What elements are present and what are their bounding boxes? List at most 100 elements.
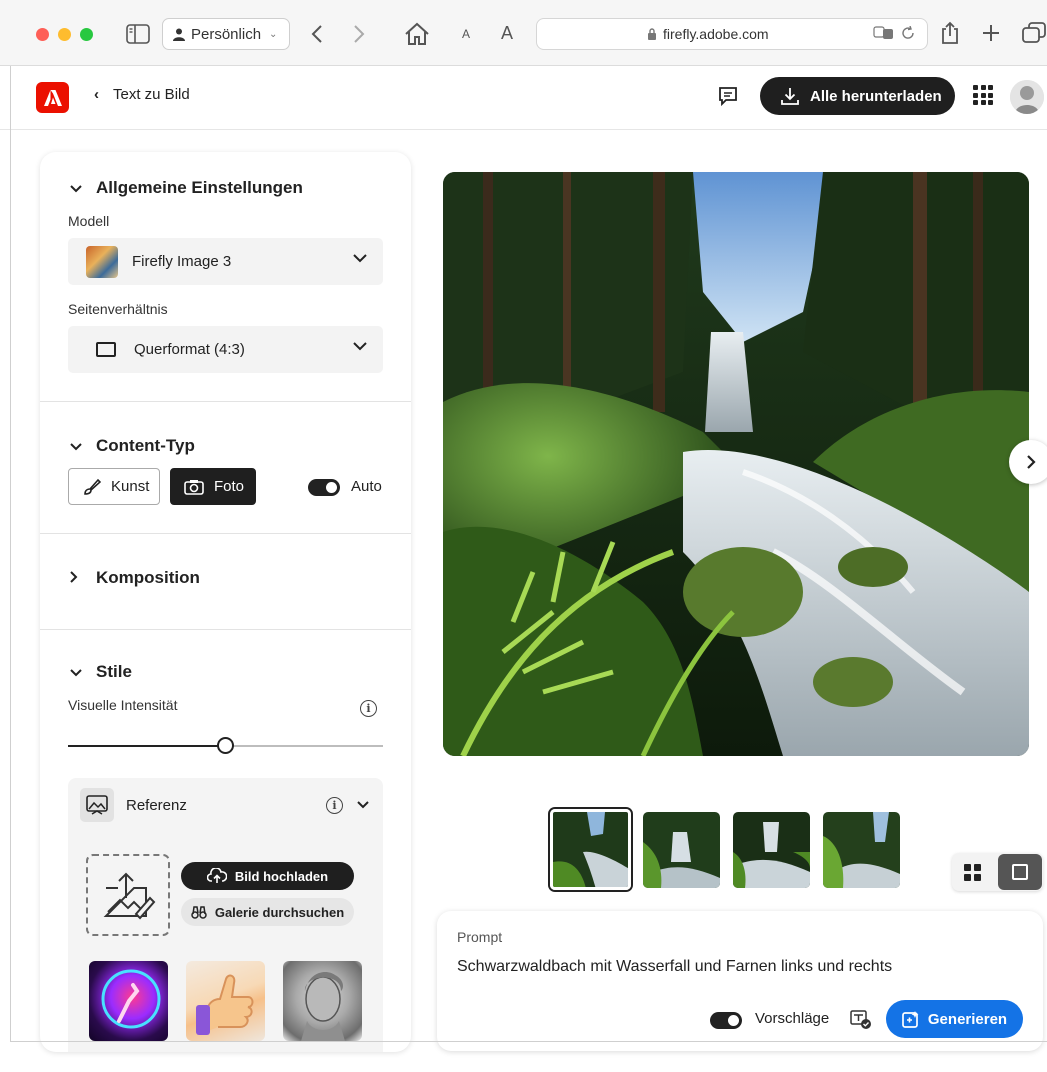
- settings-panel: Allgemeine Einstellungen Modell Firefly …: [40, 152, 411, 1052]
- info-icon[interactable]: i: [360, 700, 377, 717]
- chevron-down-icon: [353, 340, 367, 354]
- aspect-ratio-select[interactable]: Querformat (4:3): [68, 326, 383, 373]
- font-smaller-button[interactable]: A: [458, 26, 474, 42]
- styles-title: Stile: [96, 662, 132, 681]
- reference-label: Referenz: [126, 796, 187, 814]
- variation-thumbnail-2[interactable]: [643, 812, 720, 888]
- chevron-down-icon: ⌄: [269, 28, 278, 40]
- reload-icon[interactable]: [901, 25, 915, 43]
- text-check-icon[interactable]: [850, 1010, 872, 1035]
- visual-intensity-slider[interactable]: [68, 737, 383, 754]
- info-icon[interactable]: i: [326, 796, 343, 814]
- variation-thumbnail-4[interactable]: [823, 812, 900, 888]
- generate-icon: [902, 1011, 919, 1028]
- window-frame: [10, 66, 11, 1042]
- model-label: Modell: [68, 213, 110, 229]
- upload-image-button[interactable]: Bild hochladen: [181, 862, 354, 890]
- share-icon[interactable]: [940, 20, 960, 46]
- model-value: Firefly Image 3: [132, 253, 232, 270]
- app-header: ‹ Text zu Bild Alle herunterladen: [0, 66, 1047, 130]
- browser-back-icon[interactable]: [306, 20, 328, 48]
- composition-title: Komposition: [96, 568, 200, 587]
- back-link[interactable]: ‹ Text zu Bild: [94, 86, 190, 103]
- zoom-window-button[interactable]: [80, 28, 93, 41]
- feedback-icon[interactable]: [716, 84, 740, 108]
- chevron-down-icon: [353, 252, 367, 266]
- slider-thumb[interactable]: [217, 737, 234, 754]
- chevron-down-icon: [70, 665, 86, 680]
- chevron-right-icon: [1027, 455, 1036, 469]
- browser-toolbar: Persönlich ⌄ A A firefly.adobe.com: [0, 0, 1047, 66]
- variation-thumbnail-1[interactable]: [550, 809, 631, 890]
- model-thumbnail: [86, 245, 118, 278]
- upload-image-label: Bild hochladen: [234, 868, 329, 884]
- apps-grid-icon[interactable]: [973, 85, 993, 105]
- composition-header[interactable]: Komposition: [70, 568, 200, 588]
- avatar[interactable]: [1010, 80, 1044, 114]
- next-image-button[interactable]: [1009, 440, 1047, 484]
- url-text: firefly.adobe.com: [663, 26, 769, 42]
- lock-icon: [648, 28, 656, 40]
- style-reference-thumbnail[interactable]: [186, 961, 265, 1041]
- photo-type-button[interactable]: Foto: [170, 468, 256, 505]
- photo-type-label: Foto: [214, 478, 245, 495]
- new-tab-icon[interactable]: [980, 22, 1002, 44]
- browser-forward-icon[interactable]: [348, 20, 370, 48]
- general-settings-section: Allgemeine Einstellungen Modell Firefly …: [40, 152, 411, 402]
- slider-fill: [68, 745, 226, 747]
- composition-section: Komposition: [40, 534, 411, 630]
- landscape-ratio-icon: [96, 342, 116, 357]
- prompt-input[interactable]: Schwarzwaldbach mit Wasserfall und Farne…: [457, 958, 892, 976]
- reference-panel: Referenz i Bild hochladen Galerie durchs…: [68, 778, 383, 1052]
- generated-image[interactable]: [443, 172, 1029, 756]
- adobe-logo[interactable]: [36, 82, 69, 113]
- camera-icon: [184, 479, 204, 495]
- grid-view-icon[interactable]: [964, 864, 981, 881]
- person-icon: [173, 28, 185, 41]
- style-reference-thumbnail[interactable]: [283, 961, 362, 1041]
- style-reference-thumbnail[interactable]: [89, 961, 168, 1041]
- cloud-upload-icon: [206, 868, 227, 883]
- reference-header[interactable]: Referenz: [80, 788, 187, 822]
- profile-label: Persönlich: [191, 25, 262, 43]
- image-upload-icon: [103, 872, 156, 920]
- profile-selector[interactable]: Persönlich ⌄: [162, 18, 290, 50]
- prompt-panel: Prompt Schwarzwaldbach mit Wasserfall un…: [437, 911, 1043, 1051]
- address-bar[interactable]: firefly.adobe.com: [536, 18, 928, 50]
- download-all-label: Alle herunterladen: [810, 87, 942, 105]
- chevron-right-icon: [70, 570, 86, 586]
- chevron-left-icon: ‹: [94, 86, 99, 103]
- suggestions-toggle[interactable]: [710, 1012, 742, 1029]
- binoculars-icon: [191, 906, 207, 919]
- font-larger-button[interactable]: A: [497, 22, 517, 44]
- styles-header[interactable]: Stile: [70, 662, 132, 682]
- download-icon: [781, 88, 799, 105]
- page-title: Text zu Bild: [113, 86, 190, 103]
- single-view-icon[interactable]: [998, 854, 1042, 890]
- art-type-button[interactable]: Kunst: [68, 468, 160, 505]
- auto-toggle[interactable]: [308, 479, 340, 496]
- content-type-header[interactable]: Content-Typ: [70, 436, 195, 456]
- upload-dropzone[interactable]: [86, 854, 170, 936]
- translate-icon[interactable]: [873, 26, 895, 43]
- chevron-down-icon[interactable]: [357, 796, 369, 814]
- variation-thumbnail-3[interactable]: [733, 812, 810, 888]
- prompt-label: Prompt: [457, 929, 503, 945]
- view-mode-toggle: [952, 853, 1043, 891]
- generate-button[interactable]: Generieren: [886, 1000, 1023, 1038]
- generate-label: Generieren: [927, 1010, 1008, 1028]
- browse-gallery-button[interactable]: Galerie durchsuchen: [181, 898, 354, 926]
- close-window-button[interactable]: [36, 28, 49, 41]
- general-settings-header[interactable]: Allgemeine Einstellungen: [70, 178, 303, 198]
- tab-overview-icon[interactable]: [1022, 22, 1046, 44]
- sidebar-toggle-icon[interactable]: [124, 22, 152, 46]
- model-select[interactable]: Firefly Image 3: [68, 238, 383, 285]
- browse-gallery-label: Galerie durchsuchen: [214, 904, 345, 920]
- minimize-window-button[interactable]: [58, 28, 71, 41]
- download-all-button[interactable]: Alle herunterladen: [760, 77, 955, 115]
- brush-icon: [84, 478, 101, 495]
- aspect-ratio-label: Seitenverhältnis: [68, 301, 168, 317]
- window-frame: [10, 1041, 1047, 1042]
- chevron-down-icon: [70, 181, 86, 196]
- home-icon[interactable]: [403, 20, 431, 48]
